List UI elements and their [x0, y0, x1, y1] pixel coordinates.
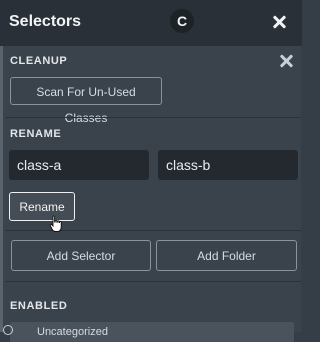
divider — [6, 281, 301, 282]
collapse-close-icon[interactable] — [279, 54, 293, 68]
rename-button[interactable]: Rename — [9, 192, 75, 221]
cleanup-section-label: CLEANUP — [10, 55, 68, 67]
rename-to-field[interactable]: class-b — [158, 150, 298, 180]
panel-header: Selectors C — [0, 0, 302, 46]
rename-from-field[interactable]: class-a — [9, 150, 149, 180]
rename-section-label: RENAME — [10, 128, 62, 140]
divider — [6, 117, 301, 118]
hand-cursor-icon — [49, 215, 62, 232]
add-folder-button[interactable]: Add Folder — [156, 240, 297, 271]
radio-icon[interactable] — [3, 325, 13, 335]
enabled-section-label: ENABLED — [10, 300, 68, 312]
close-icon[interactable] — [272, 15, 286, 29]
add-selector-button[interactable]: Add Selector — [11, 240, 151, 271]
panel-title: Selectors — [9, 13, 82, 30]
list-item[interactable]: Uncategorized — [10, 322, 294, 342]
selectors-panel: CLEANUP Scan For Un-Used Classes RENAME … — [0, 46, 301, 332]
user-badge[interactable]: C — [170, 9, 194, 33]
scan-unused-classes-button[interactable]: Scan For Un-Used Classes — [10, 77, 162, 125]
list-item-label: Uncategorized — [37, 326, 108, 338]
